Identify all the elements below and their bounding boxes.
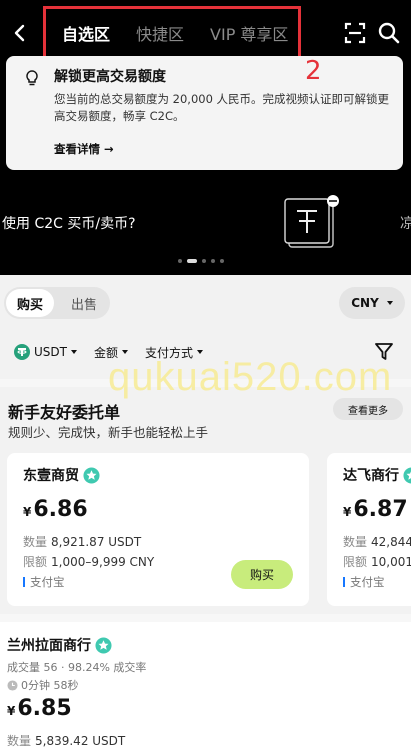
carousel-dot xyxy=(202,259,206,263)
payment-method: 支付宝 xyxy=(343,574,385,590)
tab-express[interactable]: 快捷区 xyxy=(136,21,184,45)
merchant-name-text: 达飞商行 xyxy=(343,468,399,484)
limit-notice-card: 解锁更高交易额度 您当前的总交易额度为 20,000 人民币。完成视频认证即可解… xyxy=(6,56,403,170)
chevron-down-icon xyxy=(70,350,77,354)
notice-body: 您当前的总交易额度为 20,000 人民币。完成视频认证即可解锁更高交易额度，畅… xyxy=(54,92,390,123)
chevron-down-icon xyxy=(386,301,393,305)
price-value: 6.86 xyxy=(33,497,88,522)
offer-card[interactable]: 东壹商贸 ¥ 6.86 数量 8,921.87 USDT 限额 1,000–9,99… xyxy=(7,453,309,606)
annotation-number: 2 xyxy=(305,56,322,86)
watermark: qukuai520.com xyxy=(108,355,393,399)
scan-icon xyxy=(344,22,366,44)
quantity-label: 数量 xyxy=(23,535,48,549)
quantity-value: 8,921.87 USDT xyxy=(51,535,142,549)
limit-row: 限额 10,001 xyxy=(343,553,411,570)
merchant-name-text: 兰州拉面商行 xyxy=(7,638,91,654)
verified-badge-icon xyxy=(95,636,112,654)
tether-icon xyxy=(14,344,30,360)
currency-selector[interactable]: CNY xyxy=(339,287,405,319)
quantity-row: 数量 8,921.87 USDT xyxy=(23,533,141,550)
section-divider xyxy=(0,614,411,622)
search-icon xyxy=(378,22,400,44)
merchant-name: 东壹商贸 xyxy=(23,465,100,485)
carousel-dot xyxy=(211,259,215,263)
currency-symbol: ¥ xyxy=(23,505,32,519)
buy-tab[interactable]: 购买 xyxy=(6,289,54,317)
payment-method: 支付宝 xyxy=(23,574,65,590)
coin-filter[interactable]: USDT xyxy=(14,344,77,360)
currency-symbol: ¥ xyxy=(7,704,16,718)
quantity-label: 数量 xyxy=(343,535,368,549)
tab-watchlist[interactable]: 自选区 xyxy=(62,21,110,45)
merchant-name-text: 东壹商贸 xyxy=(23,468,79,484)
quantity-row: 数量 42,844 xyxy=(343,533,411,550)
offer-price: ¥ 6.86 xyxy=(23,497,88,522)
carousel-dot xyxy=(220,259,224,263)
verified-badge-icon xyxy=(83,466,100,484)
price-value: 6.87 xyxy=(353,497,408,522)
quantity-value: 42,844 xyxy=(371,535,411,549)
price-value: 6.85 xyxy=(17,696,72,721)
tab-vip[interactable]: VIP 尊享区 xyxy=(210,21,288,45)
clock-icon xyxy=(7,679,18,691)
view-details-link[interactable]: 查看详情 → xyxy=(54,141,114,157)
offer-price: ¥ 6.85 xyxy=(7,696,72,721)
newbie-section-title: 新手友好委托单 xyxy=(8,403,121,422)
sell-tab[interactable]: 出售 xyxy=(62,289,106,317)
limit-row: 限额 1,000–9,999 CNY xyxy=(23,553,154,570)
back-button[interactable] xyxy=(6,18,34,48)
carousel-dot-active xyxy=(187,259,197,263)
currency-symbol: ¥ xyxy=(343,505,352,519)
payment-method-label: 支付宝 xyxy=(350,575,385,589)
c2c-coin-illustration xyxy=(284,195,339,248)
quantity-value: 5,839.42 USDT xyxy=(35,734,126,748)
merchant-name: 达飞商行 xyxy=(343,465,411,485)
payment-marker xyxy=(23,577,25,587)
verified-badge-icon xyxy=(403,466,411,484)
newbie-section-subtitle: 规则少、完成快，新手也能轻松上手 xyxy=(8,425,209,440)
offer-card[interactable]: 达飞商行 ¥ 6.87 数量 42,844 限额 10,001 支付宝 xyxy=(327,453,411,606)
scan-button[interactable] xyxy=(343,21,367,45)
quantity-label: 数量 xyxy=(7,734,32,748)
search-button[interactable] xyxy=(377,21,401,45)
lightbulb-icon xyxy=(26,70,38,86)
merchant-stats: 成交量 56 · 98.24% 成交率 xyxy=(7,661,147,674)
limit-label: 限额 xyxy=(23,555,48,569)
carousel-dots xyxy=(178,259,224,263)
back-arrow-icon xyxy=(14,24,25,42)
see-more-button[interactable]: 查看更多 xyxy=(333,398,403,420)
offer-price: ¥ 6.87 xyxy=(343,497,408,522)
avg-release-time: 0分钟 58秒 xyxy=(7,677,79,693)
carousel-dot xyxy=(178,259,182,263)
buy-sell-toggle: 购买 出售 xyxy=(4,287,110,319)
payment-method-label: 支付宝 xyxy=(30,575,65,589)
zone-tabs: 自选区 快捷区 VIP 尊享区 xyxy=(43,6,301,60)
currency-label: CNY xyxy=(351,296,379,310)
market-content: 购买 出售 CNY USDT 金额 支付方式 新手友好委托单 规则少、完成快，新… xyxy=(0,275,411,756)
chevron-down-icon xyxy=(122,350,128,354)
quantity-row: 数量 5,839.42 USDT xyxy=(7,732,125,749)
limit-value: 1,000–9,999 CNY xyxy=(51,555,155,569)
limit-value: 10,001 xyxy=(371,555,411,569)
release-time-text: 0分钟 58秒 xyxy=(21,679,79,692)
banner-text[interactable]: 使用 C2C 买币/卖币? xyxy=(2,213,136,233)
chevron-down-icon xyxy=(197,350,204,354)
limit-label: 限额 xyxy=(343,555,368,569)
payment-marker xyxy=(343,577,345,587)
merchant-name: 兰州拉面商行 xyxy=(7,635,112,655)
banner-next-peek: 凉 xyxy=(400,216,411,232)
coin-filter-label: USDT xyxy=(34,345,67,359)
offer-list-item[interactable]: 兰州拉面商行 成交量 56 · 98.24% 成交率 0分钟 58秒 ¥ 6.8… xyxy=(0,622,411,756)
buy-button[interactable]: 购买 xyxy=(231,560,293,589)
notice-title: 解锁更高交易额度 xyxy=(54,69,166,85)
